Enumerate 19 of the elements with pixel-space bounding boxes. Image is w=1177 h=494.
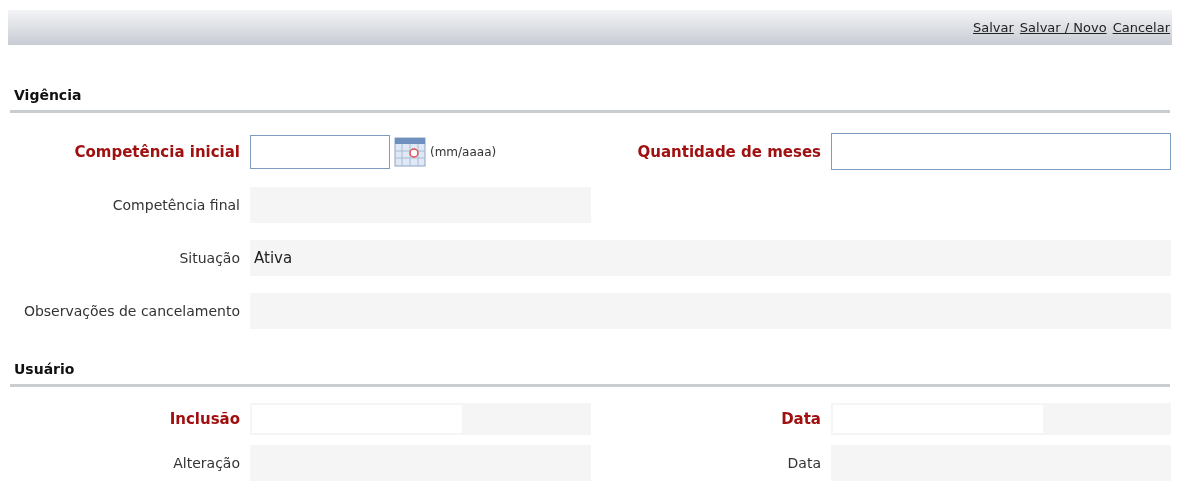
field-label: Competência final: [112, 196, 240, 214]
field-label: Data: [787, 454, 821, 472]
toolbar-link[interactable]: Salvar: [973, 17, 1014, 38]
field-label: Competência inicial: [74, 141, 240, 162]
toolbar-link[interactable]: Salvar / Novo: [1019, 17, 1107, 38]
readonly-field: Ativa: [250, 240, 1171, 276]
date-format-hint: (mm/aaaa): [430, 143, 497, 161]
field-label: Inclusão: [169, 409, 240, 429]
section-title: Vigência: [10, 85, 1170, 113]
field-label: Observações de cancelamento: [23, 302, 240, 320]
date-field[interactable]: [250, 134, 390, 169]
field-label: Alteração: [173, 454, 240, 472]
field-label: Quantidade de meses: [637, 141, 821, 162]
section-title: Usuário: [10, 359, 1170, 387]
calendar-icon[interactable]: [394, 136, 426, 167]
field-label: Situação: [179, 249, 240, 267]
field-label: Data: [781, 409, 821, 429]
toolbar-link[interactable]: Cancelar: [1112, 17, 1170, 38]
input-field[interactable]: [831, 133, 1171, 170]
